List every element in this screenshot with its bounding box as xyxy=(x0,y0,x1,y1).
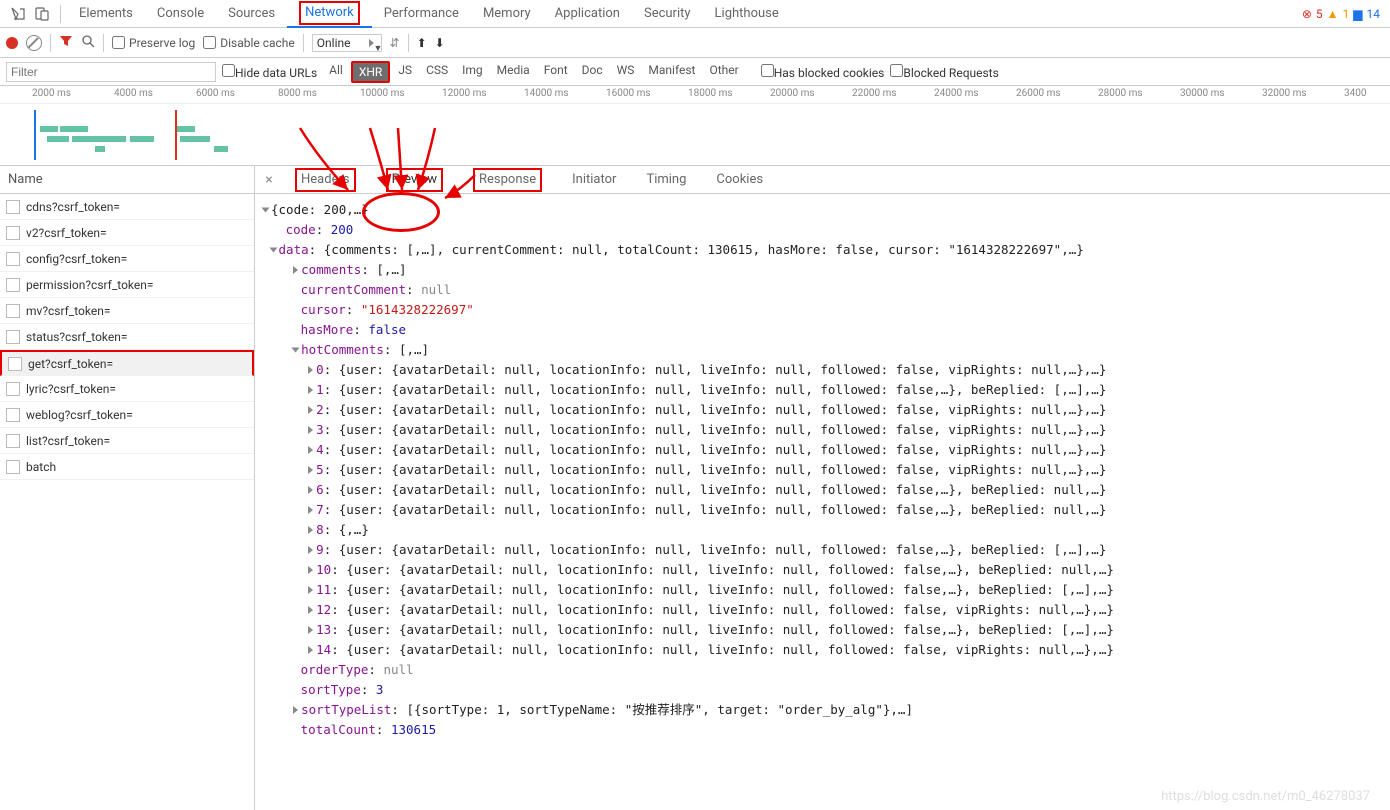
detail-tab-timing[interactable]: Timing xyxy=(636,168,696,192)
file-icon xyxy=(8,357,22,371)
file-icon xyxy=(6,252,20,266)
request-row[interactable]: mv?csrf_token= xyxy=(0,298,254,324)
filter-chip-manifest[interactable]: Manifest xyxy=(642,61,701,83)
filter-chip-img[interactable]: Img xyxy=(456,61,489,83)
requests-header: Name xyxy=(0,166,254,194)
record-button[interactable] xyxy=(6,37,18,49)
file-icon xyxy=(6,434,20,448)
tab-console[interactable]: Console xyxy=(145,0,216,28)
inspect-icon[interactable] xyxy=(6,2,30,26)
tab-network[interactable]: Network xyxy=(287,0,372,28)
filter-chip-ws[interactable]: WS xyxy=(611,61,641,83)
file-icon xyxy=(6,408,20,422)
filter-chip-other[interactable]: Other xyxy=(703,61,744,83)
warning-icon: ▲ xyxy=(1327,7,1339,21)
filter-input[interactable] xyxy=(6,62,216,82)
download-har-icon[interactable]: ⬇ xyxy=(435,36,445,50)
detail-tabs: × Headers Preview Response Initiator Timing C… xyxy=(255,166,1390,194)
file-icon xyxy=(6,200,20,214)
watermark: https://blog.csdn.net/m0_46278037 xyxy=(1161,789,1370,804)
request-row[interactable]: permission?csrf_token= xyxy=(0,272,254,298)
timeline-ruler: 2000 ms4000 ms6000 ms8000 ms10000 ms1200… xyxy=(0,86,1390,104)
close-icon[interactable]: × xyxy=(259,172,279,188)
clear-button[interactable] xyxy=(26,35,42,51)
request-row[interactable]: config?csrf_token= xyxy=(0,246,254,272)
console-status: ⊗5 ▲1 ▆14 xyxy=(1302,7,1380,21)
preserve-log-checkbox[interactable]: Preserve log xyxy=(112,36,195,50)
request-row[interactable]: list?csrf_token= xyxy=(0,428,254,454)
file-icon xyxy=(6,330,20,344)
upload-har-icon[interactable]: ⬆ xyxy=(417,36,427,50)
device-toggle-icon[interactable] xyxy=(30,2,54,26)
tab-application[interactable]: Application xyxy=(543,0,632,28)
filter-bar: Hide data URLs AllXHRJSCSSImgMediaFontDo… xyxy=(0,58,1390,86)
file-icon xyxy=(6,382,20,396)
filter-chip-font[interactable]: Font xyxy=(538,61,574,83)
request-row[interactable]: lyric?csrf_token= xyxy=(0,376,254,402)
devtools-top-tabs: ElementsConsoleSourcesNetworkPerformance… xyxy=(0,0,1390,28)
file-icon xyxy=(6,304,20,318)
tab-performance[interactable]: Performance xyxy=(372,0,471,28)
detail-panel: × Headers Preview Response Initiator Timing C… xyxy=(255,166,1390,810)
detail-tab-response[interactable]: Response xyxy=(463,168,552,192)
blocked-requests-checkbox[interactable]: Blocked Requests xyxy=(890,64,998,80)
filter-chip-xhr[interactable]: XHR xyxy=(351,61,390,83)
file-icon xyxy=(6,278,20,292)
filter-chip-js[interactable]: JS xyxy=(392,61,418,83)
tab-elements[interactable]: Elements xyxy=(67,0,145,28)
request-row[interactable]: batch xyxy=(0,454,254,480)
request-row[interactable]: v2?csrf_token= xyxy=(0,220,254,246)
message-icon: ▆ xyxy=(1353,7,1362,21)
disable-cache-checkbox[interactable]: Disable cache xyxy=(203,36,295,50)
settings-wifi-icon[interactable]: ⇵ xyxy=(390,36,400,50)
search-icon[interactable] xyxy=(81,34,95,51)
request-row[interactable]: get?csrf_token= xyxy=(0,350,254,376)
detail-tab-cookies[interactable]: Cookies xyxy=(706,168,773,192)
hide-data-urls-checkbox[interactable]: Hide data URLs xyxy=(222,64,317,80)
overview-graph[interactable] xyxy=(0,104,1390,166)
has-blocked-cookies-checkbox[interactable]: Has blocked cookies xyxy=(761,64,885,80)
requests-panel: Name cdns?csrf_token=v2?csrf_token=confi… xyxy=(0,166,255,810)
tab-sources[interactable]: Sources xyxy=(216,0,287,28)
file-icon xyxy=(6,460,20,474)
tab-lighthouse[interactable]: Lighthouse xyxy=(703,0,791,28)
request-row[interactable]: cdns?csrf_token= xyxy=(0,194,254,220)
error-icon: ⊗ xyxy=(1302,7,1312,21)
file-icon xyxy=(6,226,20,240)
filter-chip-css[interactable]: CSS xyxy=(420,61,454,83)
request-row[interactable]: weblog?csrf_token= xyxy=(0,402,254,428)
throttling-select[interactable]: Online▼ xyxy=(312,34,382,52)
request-row[interactable]: status?csrf_token= xyxy=(0,324,254,350)
filter-chip-doc[interactable]: Doc xyxy=(576,61,609,83)
preview-tree[interactable]: {code: 200,…} code: 200 data: {comments:… xyxy=(255,194,1390,810)
detail-tab-preview[interactable]: Preview xyxy=(376,168,453,192)
tab-security[interactable]: Security xyxy=(632,0,703,28)
filter-chip-all[interactable]: All xyxy=(323,61,349,83)
filter-icon[interactable] xyxy=(59,34,73,51)
detail-tab-headers[interactable]: Headers xyxy=(285,168,366,192)
network-toolbar: Preserve log Disable cache Online▼ ⇵ ⬆ ⬇ xyxy=(0,28,1390,58)
detail-tab-initiator[interactable]: Initiator xyxy=(562,168,626,192)
filter-chip-media[interactable]: Media xyxy=(491,61,536,83)
tab-memory[interactable]: Memory xyxy=(471,0,543,28)
